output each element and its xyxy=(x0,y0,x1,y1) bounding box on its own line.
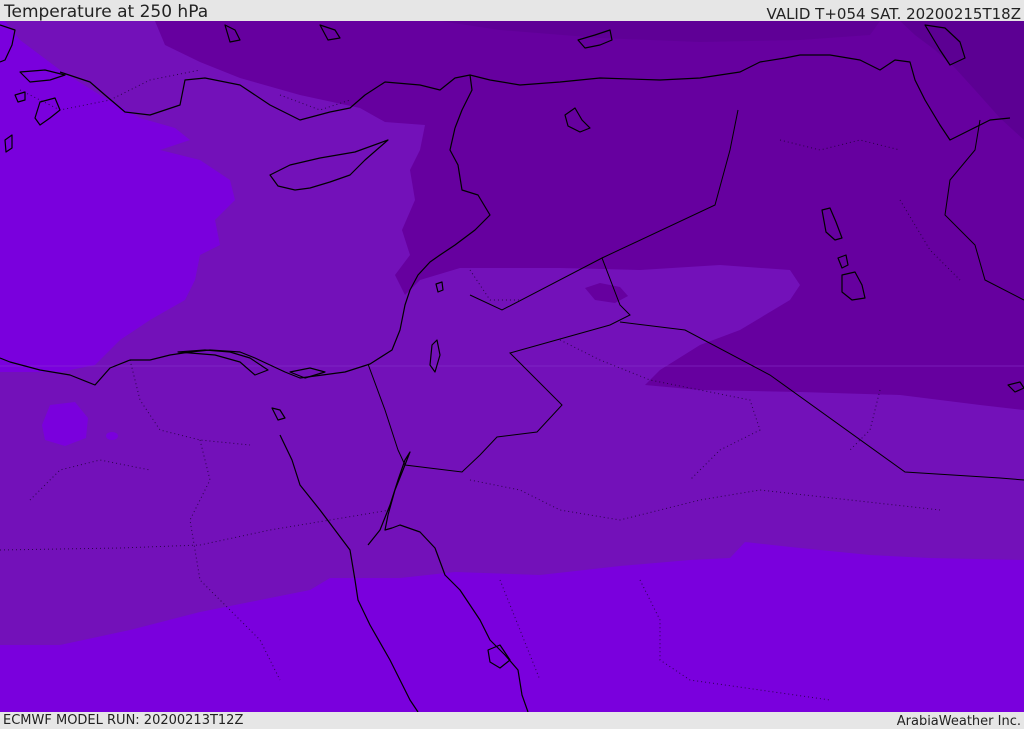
footer-bar: ECMWF MODEL RUN: 20200213T12Z ArabiaWeat… xyxy=(0,712,1024,729)
map-title: Temperature at 250 hPa xyxy=(4,2,209,22)
warm-dot xyxy=(106,432,118,440)
warm-spot xyxy=(38,198,62,214)
header-bar: Temperature at 250 hPa VALID T+054 SAT. … xyxy=(0,0,1024,23)
credit-label: ArabiaWeather Inc. xyxy=(896,714,1021,729)
temperature-map[interactable] xyxy=(0,21,1024,712)
model-run-label: ECMWF MODEL RUN: 20200213T12Z xyxy=(3,713,244,728)
